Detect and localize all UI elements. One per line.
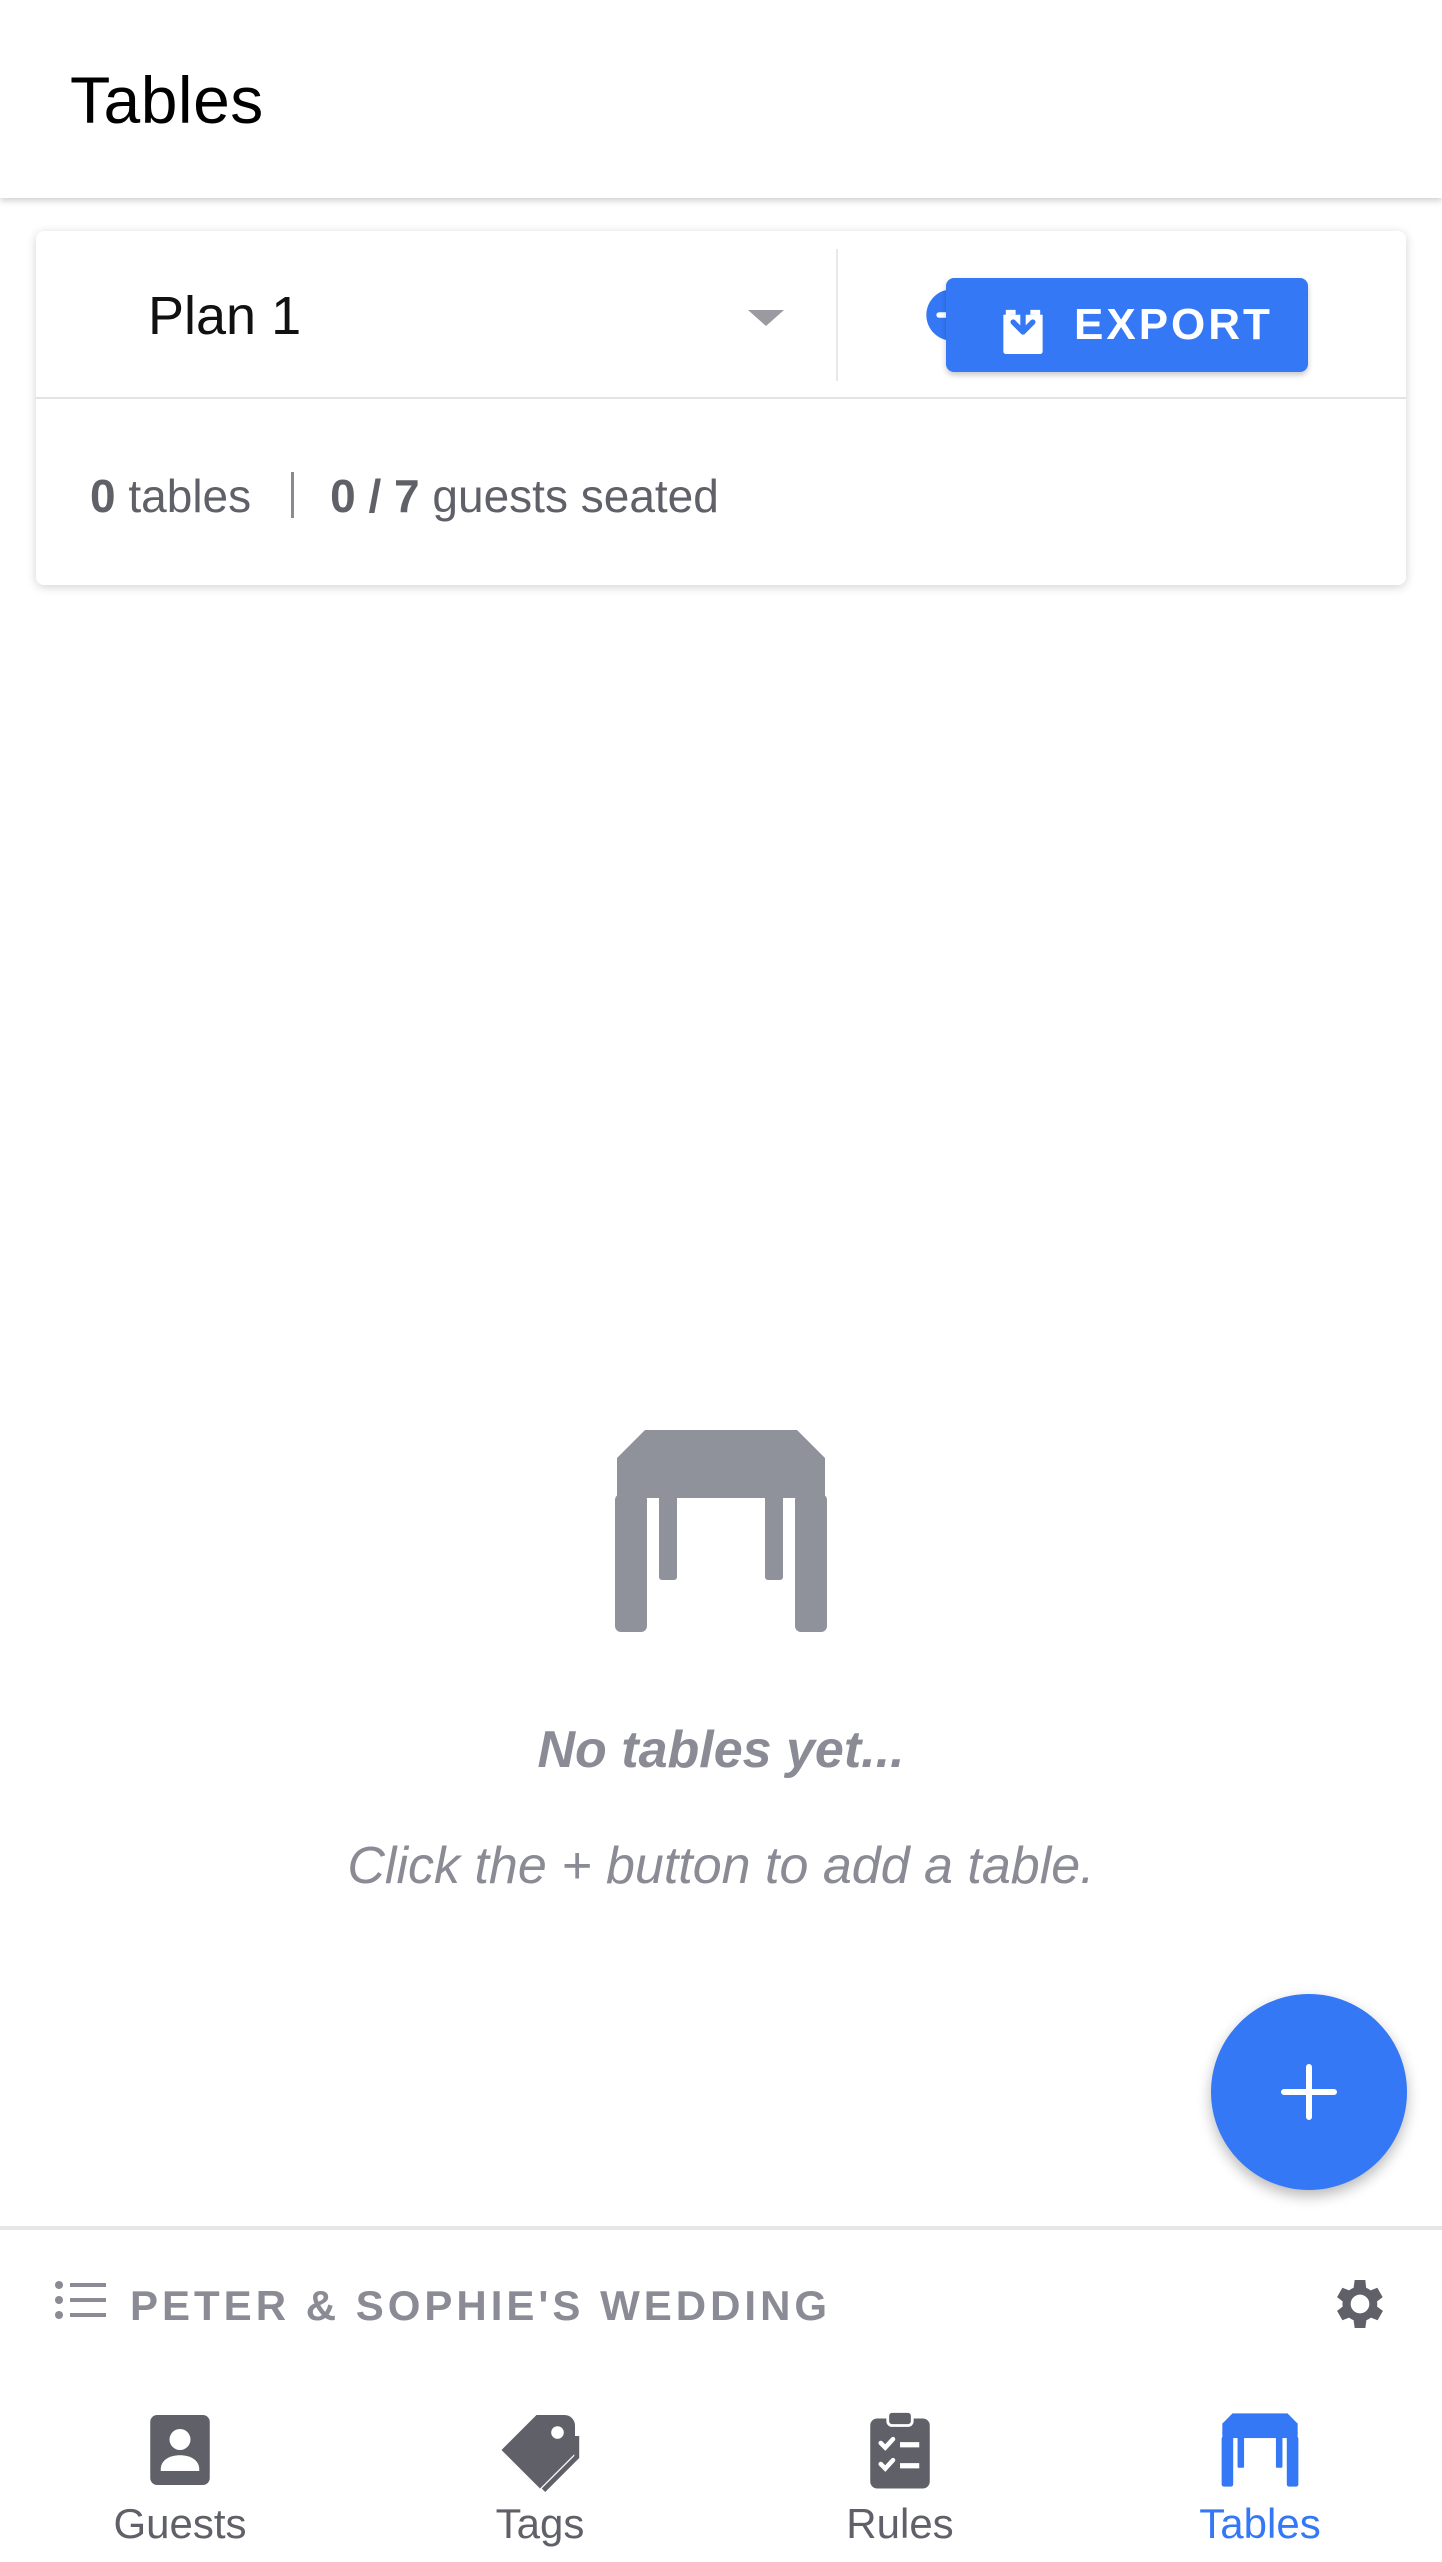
tab-label: Tags <box>495 2500 585 2547</box>
download-icon <box>1003 302 1043 354</box>
add-table-button[interactable] <box>1211 1994 1407 2190</box>
stats-separator <box>291 472 295 518</box>
caret-down-icon <box>748 310 784 326</box>
list-icon <box>55 2281 106 2319</box>
seated-label: guests seated <box>432 470 719 522</box>
seated-count: 0 / 7 <box>330 470 420 522</box>
stats-row: 0 tables 0 / 7 guests seated <box>36 401 1406 585</box>
table-icon <box>1221 2413 1299 2487</box>
tab-label: Tables <box>1199 2500 1321 2547</box>
tab-label: Rules <box>846 2500 954 2547</box>
tab-label: Guests <box>113 2500 247 2547</box>
tab-tags[interactable]: Tags <box>390 2402 690 2562</box>
plus-icon <box>1281 2064 1337 2120</box>
plan-stats: 0 tables 0 / 7 guests seated <box>90 469 719 523</box>
tab-guests[interactable]: Guests <box>30 2402 330 2562</box>
plan-select[interactable]: Plan 1 <box>36 231 836 399</box>
export-button[interactable]: EXPORT <box>946 278 1308 372</box>
event-bar[interactable]: PETER & SOPHIE'S WEDDING <box>0 2230 1442 2350</box>
page-title: Tables <box>70 63 264 137</box>
gear-icon[interactable] <box>1328 2272 1392 2336</box>
table-icon <box>615 1430 827 1632</box>
export-label: EXPORT <box>1074 300 1273 349</box>
bottom-panel: PETER & SOPHIE'S WEDDING Guests Tags Rul… <box>0 2226 1442 2562</box>
tables-label: tables <box>128 470 252 522</box>
empty-hint: Click the + button to add a table. <box>347 1837 1095 1895</box>
tab-tables[interactable]: Tables <box>1110 2402 1410 2562</box>
guests-icon <box>150 2415 210 2485</box>
tab-rules[interactable]: Rules <box>750 2402 1050 2562</box>
tables-count: 0 <box>90 470 116 522</box>
tag-icon <box>501 2415 580 2492</box>
event-name: PETER & SOPHIE'S WEDDING <box>130 2282 832 2329</box>
app-header: Tables <box>0 0 1442 198</box>
divider <box>836 249 838 381</box>
empty-title: No tables yet... <box>537 1721 905 1779</box>
clipboard-icon <box>870 2410 930 2489</box>
plan-select-value: Plan 1 <box>148 286 302 346</box>
